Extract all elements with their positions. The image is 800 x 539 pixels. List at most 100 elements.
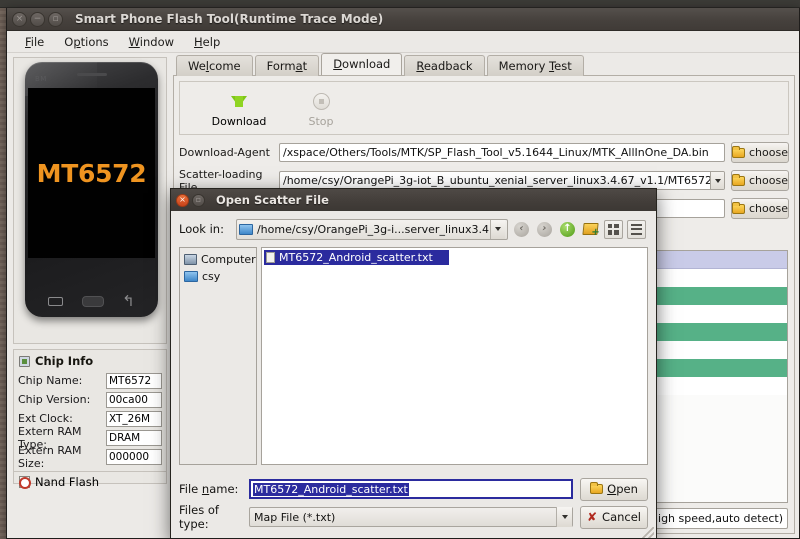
new-folder-icon: [582, 223, 599, 235]
scatter-loading-file-choose-button[interactable]: choose: [731, 170, 789, 191]
menu-item-file-rest: ile: [30, 34, 45, 49]
stop-circle-icon: [312, 89, 330, 115]
tab-readback[interactable]: Readback: [404, 55, 485, 76]
back-button[interactable]: ‹: [512, 220, 531, 239]
chip-icon: [19, 355, 30, 367]
stop-button-label: Stop: [308, 114, 334, 128]
new-folder-button[interactable]: [581, 220, 600, 239]
tab-strip: Welcome Format Download Readback Memory …: [173, 53, 795, 76]
download-agent-label: Download-Agent: [179, 146, 270, 159]
dialog-maximize-button[interactable]: ▫: [192, 193, 205, 207]
back-icon: ‹: [513, 221, 529, 237]
dialog-close-button[interactable]: ×: [176, 193, 189, 207]
back-key-icon: ↰: [122, 292, 135, 310]
dialog-sidebar: Computer csy: [179, 247, 257, 465]
text-file-icon: [266, 252, 275, 263]
download-button[interactable]: Download: [198, 89, 280, 128]
nand-flash-icon: [19, 476, 31, 489]
files-of-type-row: Files of type: Map File (*.txt) ✘ Cancel: [179, 503, 648, 531]
chip-version-value: 00ca00: [106, 391, 162, 408]
window-titlebar[interactable]: × − ▫ Smart Phone Flash Tool(Runtime Tra…: [7, 8, 799, 31]
open-button[interactable]: Open: [580, 477, 648, 501]
forward-icon: ›: [536, 221, 552, 237]
window-close-button[interactable]: ×: [12, 11, 27, 27]
list-item-label: MT6572_Android_scatter.txt: [279, 251, 433, 264]
home-key-icon: [81, 296, 104, 307]
folder-icon: [732, 173, 745, 186]
extern-ram-size-label: Extern RAM Size:: [18, 443, 82, 470]
chip-name-value: MT6572: [106, 372, 162, 389]
chevron-down-icon[interactable]: [710, 172, 724, 189]
tab-welcome[interactable]: Welcome: [176, 55, 253, 76]
dialog-file-list[interactable]: MT6572_Android_scatter.txt: [261, 247, 648, 465]
dialog-bottom: File name: MT6572_Android_scatter.txt Op…: [179, 477, 648, 533]
menu-key-icon: [48, 297, 64, 306]
menu-item-options[interactable]: Options: [54, 33, 118, 51]
extern-ram-size-value: 000000: [106, 448, 162, 465]
folder-icon: [732, 201, 745, 214]
files-of-type-combo[interactable]: Map File (*.txt): [249, 507, 573, 527]
phone-brand-label: BM: [35, 75, 47, 83]
phone-screen-text: MT6572: [36, 158, 147, 188]
parent-directory-button[interactable]: ↑: [558, 220, 577, 239]
menu-bar: File Options Window Help: [7, 31, 799, 53]
list-item[interactable]: MT6572_Android_scatter.txt: [264, 250, 449, 265]
sidebar-item-csy[interactable]: csy: [182, 268, 254, 285]
phone-earpiece: [77, 73, 107, 76]
third-choose-label: choose: [749, 202, 788, 215]
sidebar-item-computer-label: Computer: [201, 253, 256, 266]
download-agent-choose-button[interactable]: choose: [731, 142, 789, 163]
menu-item-help[interactable]: Help: [184, 33, 230, 51]
tab-download[interactable]: Download: [321, 53, 403, 75]
file-name-input[interactable]: MT6572_Android_scatter.txt: [249, 479, 573, 499]
left-column: BM MT6572 ↰ Chip Info Chip Name: MT6572 …: [13, 57, 167, 534]
folder-icon: [184, 271, 198, 282]
phone-preview-panel: BM MT6572 ↰: [13, 57, 167, 344]
look-in-combo[interactable]: /home/csy/OrangePi_3g-i...server_linux3.…: [235, 218, 508, 240]
extern-ram-type-value: DRAM: [106, 429, 162, 446]
window-title: Smart Phone Flash Tool(Runtime Trace Mod…: [75, 12, 384, 26]
detail-view-button[interactable]: [626, 219, 646, 239]
ext-clock-label: Ext Clock:: [18, 412, 73, 425]
dialog-title: Open Scatter File: [216, 193, 329, 207]
dialog-titlebar[interactable]: × ▫ Open Scatter File: [171, 189, 656, 211]
desktop-top-panel: [0, 0, 800, 8]
tab-memory-test[interactable]: Memory Test: [486, 55, 584, 76]
third-file-choose-button[interactable]: choose: [731, 198, 789, 219]
scatter-loading-file-value: /home/csy/OrangePi_3g-iot_B_ubuntu_xenia…: [283, 174, 725, 187]
tab-format[interactable]: Format: [254, 55, 320, 76]
forward-button[interactable]: ›: [535, 220, 554, 239]
look-in-label: Look in:: [179, 222, 224, 236]
file-name-row: File name: MT6572_Android_scatter.txt Op…: [179, 477, 648, 501]
download-agent-row: Download-Agent /xspace/Others/Tools/MTK/…: [179, 142, 789, 163]
cancel-button-label: Cancel: [602, 510, 642, 524]
dialog-resize-grip[interactable]: [642, 527, 654, 538]
menu-item-file[interactable]: File: [15, 33, 54, 51]
menu-item-window[interactable]: Window: [119, 33, 184, 51]
open-scatter-file-dialog: × ▫ Open Scatter File Look in: /home/csy…: [170, 188, 657, 538]
cancel-button[interactable]: ✘ Cancel: [580, 505, 648, 529]
dialog-panes: Computer csy MT6572_Android_scatter.txt: [179, 247, 648, 465]
chip-info-header: Chip Info: [14, 350, 166, 370]
grid-view-button[interactable]: [603, 219, 623, 239]
nand-flash-label: Nand Flash: [35, 475, 100, 489]
chip-row-extern-ram-size: Extern RAM Size: 000000: [18, 444, 162, 470]
sidebar-item-computer[interactable]: Computer: [182, 251, 256, 268]
download-button-label: Download: [211, 114, 267, 128]
chip-name-label: Chip Name:: [18, 374, 83, 387]
close-icon: ✘: [586, 510, 598, 524]
chevron-down-icon[interactable]: [556, 507, 572, 527]
window-maximize-button[interactable]: ▫: [48, 11, 63, 27]
chevron-down-icon[interactable]: [489, 219, 505, 239]
window-minimize-button[interactable]: −: [30, 11, 45, 27]
phone-mockup: BM MT6572 ↰: [25, 62, 158, 317]
computer-icon: [184, 254, 197, 265]
phone-soft-keys: ↰: [25, 294, 158, 309]
stop-button[interactable]: Stop: [280, 89, 362, 128]
dialog-body: Look in: /home/csy/OrangePi_3g-i...serve…: [171, 211, 656, 538]
scatter-choose-label: choose: [749, 174, 788, 187]
detail-view-icon: [630, 223, 642, 235]
download-agent-input[interactable]: /xspace/Others/Tools/MTK/SP_Flash_Tool_v…: [279, 143, 725, 162]
chip-info-title: Chip Info: [35, 354, 94, 368]
nand-flash-section[interactable]: Nand Flash: [14, 471, 166, 492]
